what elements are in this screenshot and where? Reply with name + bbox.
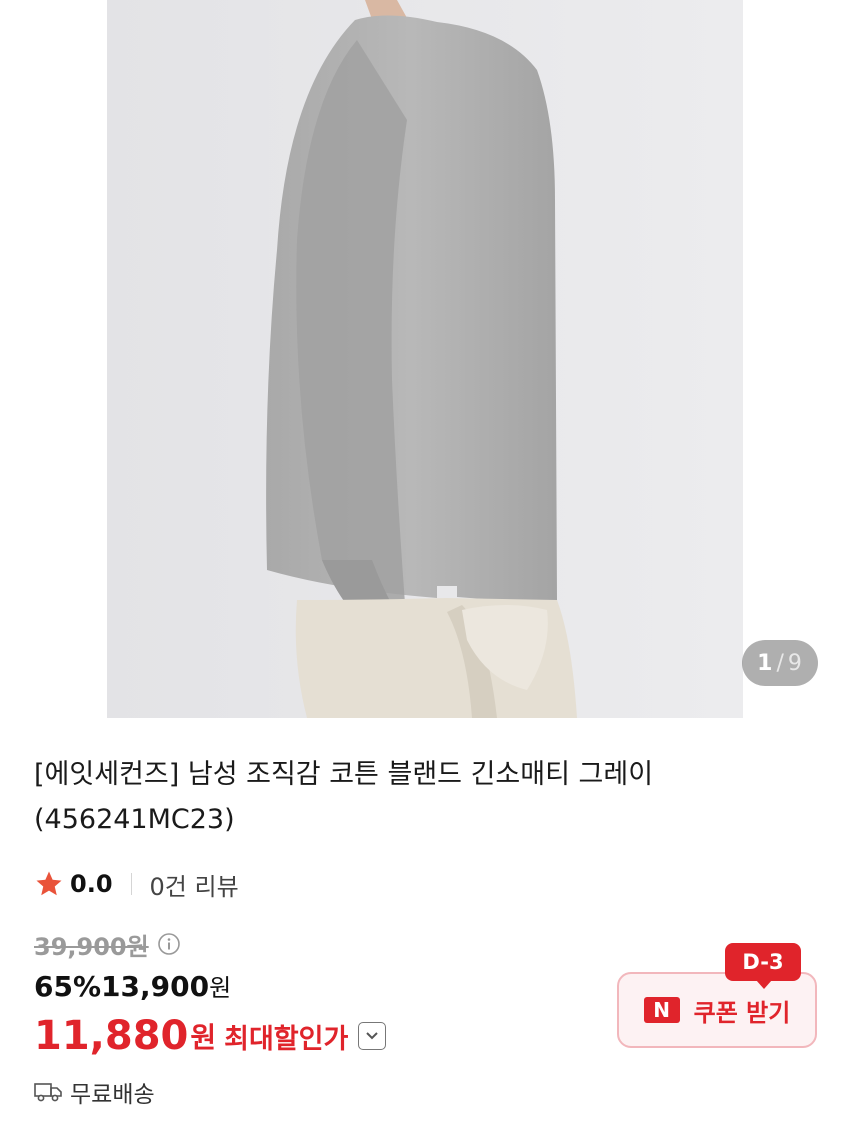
discount-rate: 65%	[34, 970, 102, 1003]
image-page-indicator: 1 / 9	[742, 640, 818, 686]
sale-price-row: 65% 13,900 원	[34, 968, 231, 1006]
naver-n-icon: N	[643, 997, 680, 1023]
best-price-label: 최대할인가	[224, 1023, 349, 1055]
delivery-label: 무료배송	[70, 1082, 155, 1108]
best-price-row: 11,880 원 최대할인가	[34, 1012, 387, 1060]
rating-divider	[130, 873, 132, 895]
info-icon[interactable]	[157, 932, 181, 956]
best-price: 11,880	[34, 1013, 189, 1059]
dday-badge: D-3	[725, 943, 801, 981]
product-title: [에잇세컨즈] 남성 조직감 코튼 블랜드 긴소매티 그레이 (456241MC…	[34, 752, 794, 842]
get-coupon-button[interactable]: N 쿠폰 받기	[617, 972, 817, 1048]
page-separator: /	[776, 650, 785, 676]
product-image-gallery[interactable]: 1 / 9	[0, 0, 850, 718]
total-pages: 9	[787, 650, 803, 676]
rating-score: 0.0	[70, 870, 113, 898]
product-title-line-2: (456241MC23)	[34, 804, 235, 835]
delivery-info: 무료배송	[34, 1074, 155, 1110]
best-price-unit: 원	[190, 1021, 217, 1054]
original-price-row: 39,900원	[34, 926, 181, 962]
star-icon	[36, 871, 62, 896]
truck-icon	[34, 1083, 62, 1102]
expand-discount-button[interactable]	[358, 1022, 387, 1050]
product-photo[interactable]	[107, 0, 743, 718]
sale-price: 13,900	[101, 970, 210, 1003]
review-count-link[interactable]: 0건 리뷰	[150, 867, 239, 902]
product-title-line-1: [에잇세컨즈] 남성 조직감 코튼 블랜드 긴소매티 그레이	[34, 759, 654, 790]
rating-summary[interactable]: 0.0 0건 리뷰	[34, 864, 239, 904]
current-page: 1	[757, 650, 774, 676]
sale-price-unit: 원	[209, 974, 232, 1002]
dday-badge-tail	[756, 980, 772, 989]
coupon-label: 쿠폰 받기	[693, 998, 791, 1027]
original-price: 39,900원	[34, 932, 149, 961]
chevron-down-icon	[366, 1032, 379, 1040]
